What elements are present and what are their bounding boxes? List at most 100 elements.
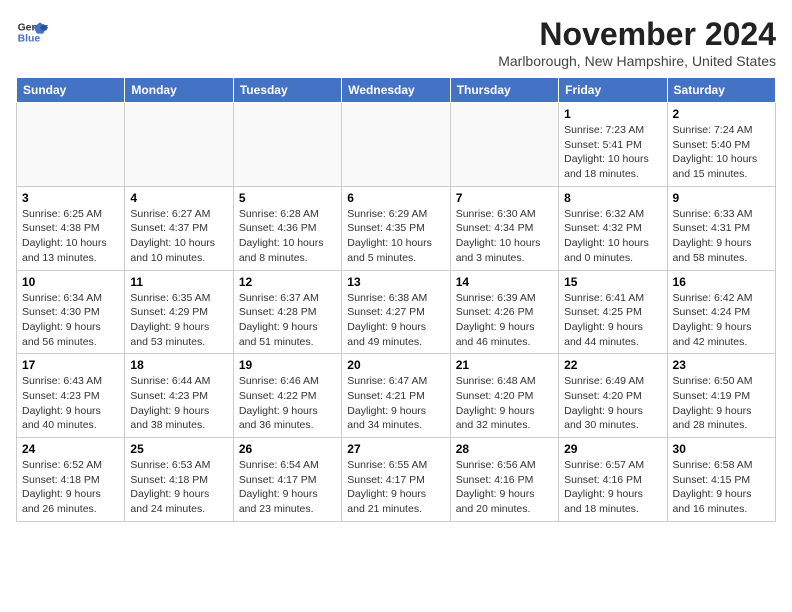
- day-number: 4: [130, 191, 227, 205]
- calendar-cell: 3 Sunrise: 6:25 AM Sunset: 4:38 PM Daylig…: [17, 186, 125, 270]
- day-info: Sunrise: 6:46 AM Sunset: 4:22 PM Dayligh…: [239, 374, 336, 433]
- logo: General Blue: [16, 16, 48, 48]
- day-info: Sunrise: 6:44 AM Sunset: 4:23 PM Dayligh…: [130, 374, 227, 433]
- calendar-cell: 16 Sunrise: 6:42 AM Sunset: 4:24 PM Dayli…: [667, 270, 775, 354]
- month-year-title: November 2024: [498, 16, 776, 53]
- calendar-table: SundayMondayTuesdayWednesdayThursdayFrid…: [16, 77, 776, 522]
- calendar-cell: 26Sunrise: 6:54 AM Sunset: 4:17 PM Dayli…: [233, 438, 341, 522]
- weekday-header-saturday: Saturday: [667, 78, 775, 103]
- calendar-cell: 29Sunrise: 6:57 AM Sunset: 4:16 PM Dayli…: [559, 438, 667, 522]
- calendar-cell: 14 Sunrise: 6:39 AM Sunset: 4:26 PM Dayli…: [450, 270, 558, 354]
- weekday-header-monday: Monday: [125, 78, 233, 103]
- day-info: Sunrise: 6:25 AM Sunset: 4:38 PM Dayligh…: [22, 207, 119, 266]
- calendar-cell: 24 Sunrise: 6:52 AM Sunset: 4:18 PM Dayli…: [17, 438, 125, 522]
- calendar-week-row: 24 Sunrise: 6:52 AM Sunset: 4:18 PM Dayli…: [17, 438, 776, 522]
- day-number: 17: [22, 358, 119, 372]
- day-number: 12: [239, 275, 336, 289]
- day-number: 27: [347, 442, 444, 456]
- calendar-cell: 21Sunrise: 6:48 AM Sunset: 4:20 PM Dayli…: [450, 354, 558, 438]
- title-area: November 2024 Marlborough, New Hampshire…: [498, 16, 776, 69]
- day-info: Sunrise: 6:28 AM Sunset: 4:36 PM Dayligh…: [239, 207, 336, 266]
- day-number: 3: [22, 191, 119, 205]
- day-number: 8: [564, 191, 661, 205]
- day-number: 30: [673, 442, 770, 456]
- day-info: Sunrise: 6:37 AM Sunset: 4:28 PM Dayligh…: [239, 291, 336, 350]
- calendar-cell: [233, 103, 341, 187]
- calendar-week-row: 10Sunrise: 6:34 AM Sunset: 4:30 PM Dayli…: [17, 270, 776, 354]
- calendar-cell: 13 Sunrise: 6:38 AM Sunset: 4:27 PM Dayli…: [342, 270, 450, 354]
- weekday-header-wednesday: Wednesday: [342, 78, 450, 103]
- day-number: 1: [564, 107, 661, 121]
- day-info: Sunrise: 6:52 AM Sunset: 4:18 PM Dayligh…: [22, 458, 119, 517]
- day-info: Sunrise: 6:38 AM Sunset: 4:27 PM Dayligh…: [347, 291, 444, 350]
- day-info: Sunrise: 6:39 AM Sunset: 4:26 PM Dayligh…: [456, 291, 553, 350]
- calendar-cell: 20 Sunrise: 6:47 AM Sunset: 4:21 PM Dayli…: [342, 354, 450, 438]
- calendar-cell: 25 Sunrise: 6:53 AM Sunset: 4:18 PM Dayli…: [125, 438, 233, 522]
- day-number: 5: [239, 191, 336, 205]
- day-info: Sunrise: 6:41 AM Sunset: 4:25 PM Dayligh…: [564, 291, 661, 350]
- day-info: Sunrise: 6:35 AM Sunset: 4:29 PM Dayligh…: [130, 291, 227, 350]
- calendar-cell: 18 Sunrise: 6:44 AM Sunset: 4:23 PM Dayli…: [125, 354, 233, 438]
- weekday-header-thursday: Thursday: [450, 78, 558, 103]
- calendar-cell: [342, 103, 450, 187]
- day-info: Sunrise: 6:43 AM Sunset: 4:23 PM Dayligh…: [22, 374, 119, 433]
- day-number: 24: [22, 442, 119, 456]
- calendar-cell: 11 Sunrise: 6:35 AM Sunset: 4:29 PM Dayli…: [125, 270, 233, 354]
- calendar-cell: [17, 103, 125, 187]
- day-number: 11: [130, 275, 227, 289]
- day-number: 16: [673, 275, 770, 289]
- calendar-cell: 19 Sunrise: 6:46 AM Sunset: 4:22 PM Dayli…: [233, 354, 341, 438]
- day-info: Sunrise: 6:29 AM Sunset: 4:35 PM Dayligh…: [347, 207, 444, 266]
- day-info: Sunrise: 7:23 AM Sunset: 5:41 PM Dayligh…: [564, 123, 661, 182]
- day-number: 23: [673, 358, 770, 372]
- calendar-week-row: 1 Sunrise: 7:23 AM Sunset: 5:41 PM Daylig…: [17, 103, 776, 187]
- calendar-cell: 22Sunrise: 6:49 AM Sunset: 4:20 PM Dayli…: [559, 354, 667, 438]
- calendar-cell: [125, 103, 233, 187]
- day-number: 22: [564, 358, 661, 372]
- day-number: 14: [456, 275, 553, 289]
- day-info: Sunrise: 6:53 AM Sunset: 4:18 PM Dayligh…: [130, 458, 227, 517]
- location-subtitle: Marlborough, New Hampshire, United State…: [498, 53, 776, 69]
- calendar-cell: 23Sunrise: 6:50 AM Sunset: 4:19 PM Dayli…: [667, 354, 775, 438]
- day-info: Sunrise: 6:55 AM Sunset: 4:17 PM Dayligh…: [347, 458, 444, 517]
- day-info: Sunrise: 6:42 AM Sunset: 4:24 PM Dayligh…: [673, 291, 770, 350]
- day-number: 25: [130, 442, 227, 456]
- calendar-cell: 8 Sunrise: 6:32 AM Sunset: 4:32 PM Daylig…: [559, 186, 667, 270]
- day-number: 2: [673, 107, 770, 121]
- calendar-cell: 5 Sunrise: 6:28 AM Sunset: 4:36 PM Daylig…: [233, 186, 341, 270]
- weekday-header-tuesday: Tuesday: [233, 78, 341, 103]
- weekday-header-sunday: Sunday: [17, 78, 125, 103]
- day-info: Sunrise: 6:33 AM Sunset: 4:31 PM Dayligh…: [673, 207, 770, 266]
- day-number: 18: [130, 358, 227, 372]
- calendar-cell: 30 Sunrise: 6:58 AM Sunset: 4:15 PM Dayli…: [667, 438, 775, 522]
- weekday-header-row: SundayMondayTuesdayWednesdayThursdayFrid…: [17, 78, 776, 103]
- day-number: 20: [347, 358, 444, 372]
- day-info: Sunrise: 6:47 AM Sunset: 4:21 PM Dayligh…: [347, 374, 444, 433]
- svg-text:Blue: Blue: [18, 34, 41, 45]
- day-number: 13: [347, 275, 444, 289]
- day-info: Sunrise: 6:54 AM Sunset: 4:17 PM Dayligh…: [239, 458, 336, 517]
- day-info: Sunrise: 6:56 AM Sunset: 4:16 PM Dayligh…: [456, 458, 553, 517]
- calendar-cell: 9 Sunrise: 6:33 AM Sunset: 4:31 PM Daylig…: [667, 186, 775, 270]
- calendar-cell: 17 Sunrise: 6:43 AM Sunset: 4:23 PM Dayli…: [17, 354, 125, 438]
- day-number: 9: [673, 191, 770, 205]
- day-info: Sunrise: 6:57 AM Sunset: 4:16 PM Dayligh…: [564, 458, 661, 517]
- day-info: Sunrise: 7:24 AM Sunset: 5:40 PM Dayligh…: [673, 123, 770, 182]
- calendar-cell: 10Sunrise: 6:34 AM Sunset: 4:30 PM Dayli…: [17, 270, 125, 354]
- weekday-header-friday: Friday: [559, 78, 667, 103]
- day-number: 7: [456, 191, 553, 205]
- calendar-cell: [450, 103, 558, 187]
- calendar-cell: 6Sunrise: 6:29 AM Sunset: 4:35 PM Daylig…: [342, 186, 450, 270]
- calendar-cell: 1 Sunrise: 7:23 AM Sunset: 5:41 PM Daylig…: [559, 103, 667, 187]
- day-number: 21: [456, 358, 553, 372]
- calendar-cell: 2 Sunrise: 7:24 AM Sunset: 5:40 PM Daylig…: [667, 103, 775, 187]
- calendar-cell: 7 Sunrise: 6:30 AM Sunset: 4:34 PM Daylig…: [450, 186, 558, 270]
- day-number: 15: [564, 275, 661, 289]
- day-number: 19: [239, 358, 336, 372]
- calendar-cell: 15 Sunrise: 6:41 AM Sunset: 4:25 PM Dayli…: [559, 270, 667, 354]
- day-info: Sunrise: 6:58 AM Sunset: 4:15 PM Dayligh…: [673, 458, 770, 517]
- day-number: 28: [456, 442, 553, 456]
- day-info: Sunrise: 6:30 AM Sunset: 4:34 PM Dayligh…: [456, 207, 553, 266]
- calendar-week-row: 17 Sunrise: 6:43 AM Sunset: 4:23 PM Dayli…: [17, 354, 776, 438]
- day-info: Sunrise: 6:32 AM Sunset: 4:32 PM Dayligh…: [564, 207, 661, 266]
